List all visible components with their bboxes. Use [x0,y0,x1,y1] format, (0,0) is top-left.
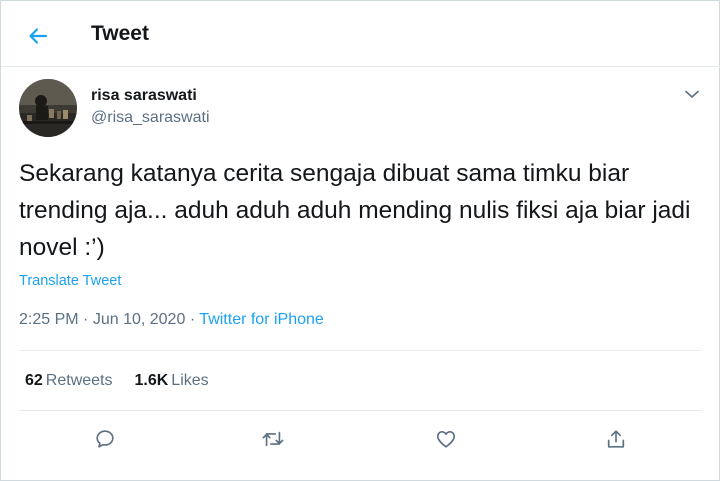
reply-button[interactable] [87,421,123,457]
retweets-count: 62 [25,372,43,389]
likes-stat[interactable]: 1.6K Likes [135,372,209,390]
tweet-date[interactable]: Jun 10, 2020 [93,311,186,328]
tweet-stats: 62 Retweets 1.6K Likes [25,372,209,390]
share-button[interactable] [598,421,634,457]
back-button[interactable] [21,19,55,53]
chevron-down-icon [685,90,699,98]
heart-icon [436,431,456,448]
retweet-button[interactable] [255,421,291,457]
tweet-menu-button[interactable] [679,81,705,107]
meta-separator: · [83,311,89,328]
likes-label: Likes [171,372,209,389]
like-button[interactable] [428,421,464,457]
meta-separator: · [189,311,196,328]
tweet-text: Sekarang katanya cerita sengaja dibuat s… [19,160,691,261]
retweets-stat[interactable]: 62 Retweets [25,372,113,390]
retweets-label: Retweets [45,372,113,389]
tweet-page: Tweet risa saraswati @risa_saraswati Sek… [0,0,720,481]
page-header: Tweet [1,1,720,67]
retweet-icon [262,431,284,447]
author-display-name[interactable]: risa saraswati [91,87,197,105]
arrow-left-icon [29,28,48,44]
tweet-actions [1,421,720,461]
divider [19,410,702,411]
avatar[interactable] [19,79,77,137]
likes-count: 1.6K [134,372,169,389]
page-title: Tweet [91,22,149,45]
divider [19,350,702,351]
author-handle[interactable]: @risa_saraswati [91,109,210,127]
tweet-time[interactable]: 2:25 PM [19,311,79,328]
tweet-meta: 2:25 PM · Jun 10, 2020 · Twitter for iPh… [19,311,324,329]
tweet-source-link[interactable]: Twitter for iPhone [199,311,324,328]
avatar-photo [19,79,77,137]
share-icon [607,430,625,448]
reply-icon [96,430,114,448]
translate-tweet-link[interactable]: Translate Tweet [19,273,121,289]
